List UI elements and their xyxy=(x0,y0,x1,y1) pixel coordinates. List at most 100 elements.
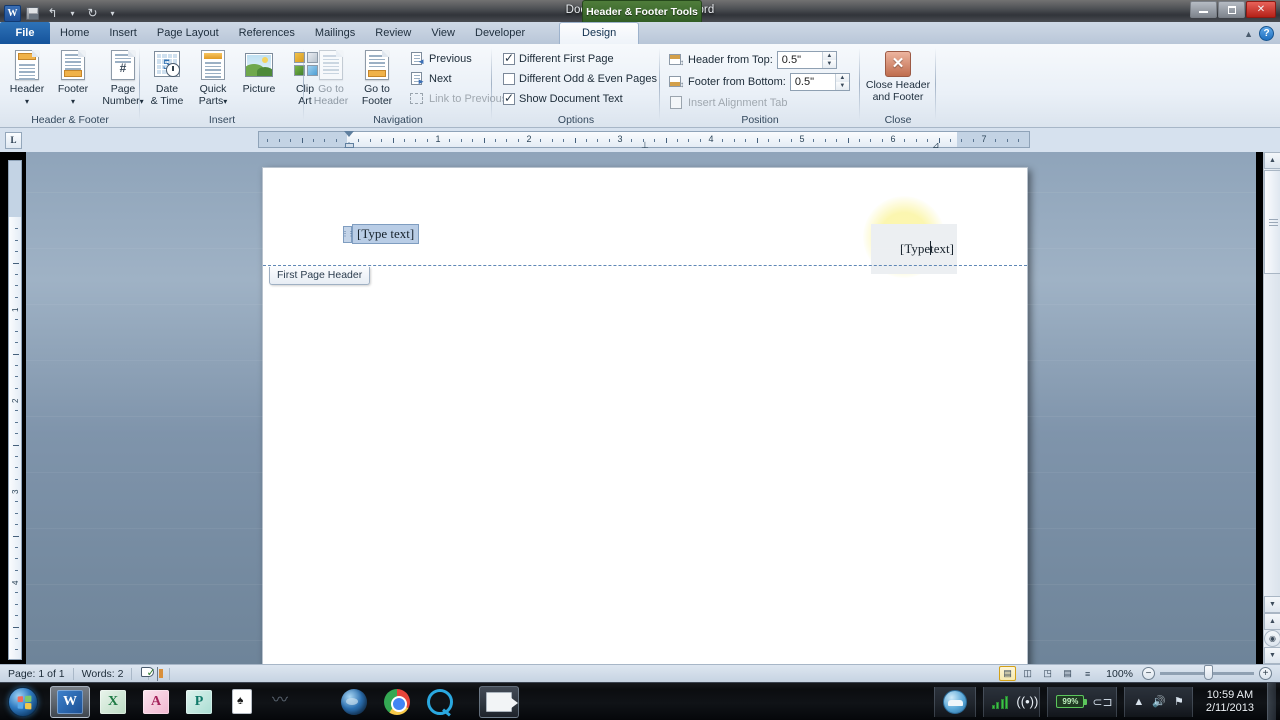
taskbar-item-google-earth[interactable] xyxy=(334,686,374,718)
taskbar-item-access[interactable]: A xyxy=(136,686,176,718)
scrollbar-thumb[interactable] xyxy=(1264,170,1280,274)
view-buttons[interactable]: ▤ ◫ ◳ ▤ ≡ xyxy=(999,666,1102,681)
zoom-out-button[interactable]: − xyxy=(1142,667,1155,680)
taskbar-item-solitaire[interactable] xyxy=(222,686,262,718)
taskbar-item-chrome[interactable] xyxy=(377,686,417,718)
tray-group-1[interactable] xyxy=(933,686,976,717)
view-outline-button[interactable]: ▤ xyxy=(1059,666,1076,681)
go-to-header-button[interactable]: Go to Header xyxy=(308,46,354,107)
next-page-button[interactable]: ▼ xyxy=(1264,647,1280,664)
tab-mailings[interactable]: Mailings xyxy=(305,23,365,44)
quick-parts-dropdown-icon[interactable]: ▾ xyxy=(223,97,227,106)
taskbar-item-word[interactable]: W xyxy=(50,685,90,718)
close-header-and-footer-button[interactable]: ✕ Close Header and Footer xyxy=(860,46,936,103)
system-tray[interactable]: ((•)) 99% ⊂⊐ ▲ 🔊 ⚑ 10:59 AM 2/11/2013 xyxy=(933,682,1280,720)
different-first-page-checkbox[interactable] xyxy=(503,51,515,65)
collapse-ribbon-icon[interactable]: ▲ xyxy=(1244,29,1253,39)
center-tab-stop[interactable]: ⊥ xyxy=(641,140,649,151)
show-document-text-checkbox[interactable] xyxy=(503,91,515,105)
previous-page-button[interactable]: ▲ xyxy=(1264,613,1280,630)
power-plug-icon[interactable]: ⊂⊐ xyxy=(1092,695,1112,709)
show-hidden-icons-icon[interactable]: ▲ xyxy=(1133,695,1144,709)
header-right-placeholder[interactable]: [Typetext] xyxy=(871,224,957,274)
battery-icon[interactable]: 99% xyxy=(1056,695,1088,708)
window-controls[interactable]: ✕ xyxy=(1190,1,1276,18)
document-canvas[interactable]: ⋮ ⋮ [Type text] [Typetext] First Page Hea… xyxy=(26,152,1256,664)
date-time-button[interactable]: 5 Date & Time xyxy=(144,46,190,107)
footer-button[interactable]: Footer ▾ xyxy=(50,46,96,107)
different-odd-even-checkbox[interactable] xyxy=(503,73,515,85)
different-first-page-option[interactable]: Different First Page xyxy=(500,50,660,68)
volume-icon[interactable]: 🔊 xyxy=(1152,695,1166,709)
taskbar-items[interactable]: W X A P 〰 xyxy=(50,685,519,718)
help-icon[interactable]: ? xyxy=(1259,26,1274,41)
tab-page-layout[interactable]: Page Layout xyxy=(147,23,229,44)
left-indent-marker[interactable] xyxy=(345,143,354,148)
header-left-content-control[interactable]: ⋮ ⋮ [Type text] xyxy=(342,224,420,244)
select-browse-object-button[interactable]: ◉ xyxy=(1264,630,1280,647)
view-draft-button[interactable]: ≡ xyxy=(1079,666,1096,681)
tab-selector-button[interactable]: L xyxy=(5,132,22,149)
close-button[interactable]: ✕ xyxy=(1246,1,1276,18)
tab-developer[interactable]: Developer xyxy=(465,23,535,44)
first-line-indent-marker[interactable] xyxy=(344,131,354,137)
different-odd-even-option[interactable]: Different Odd & Even Pages xyxy=(500,70,660,88)
zoom-controls[interactable]: 100% − + xyxy=(1102,665,1280,683)
right-tab-stop[interactable]: ⊿ xyxy=(932,140,940,151)
quick-parts-button[interactable]: Quick Parts▾ xyxy=(190,46,236,107)
picture-button[interactable]: Picture xyxy=(236,46,282,96)
footer-from-bottom-spinner[interactable]: 0.5" ▲ ▼ xyxy=(789,73,850,91)
tab-design[interactable]: Design xyxy=(559,22,640,44)
word-count[interactable]: Words: 2 xyxy=(74,665,132,683)
zoom-in-button[interactable]: + xyxy=(1259,667,1272,680)
zoom-level-label[interactable]: 100% xyxy=(1102,665,1137,683)
tab-home[interactable]: Home xyxy=(50,23,99,44)
page-indicator[interactable]: Page: 1 of 1 xyxy=(0,665,73,683)
tray-group-2[interactable]: ((•)) xyxy=(982,686,1041,717)
scroll-down-button[interactable]: ▼ xyxy=(1264,596,1280,613)
footer-from-bottom-down[interactable]: ▼ xyxy=(835,82,849,90)
tab-view[interactable]: View xyxy=(421,23,465,44)
tab-review[interactable]: Review xyxy=(365,23,421,44)
footer-dropdown-icon[interactable]: ▾ xyxy=(71,97,75,106)
tray-group-3[interactable]: 99% ⊂⊐ xyxy=(1047,686,1118,717)
vertical-ruler[interactable]: 1 2 3 4 xyxy=(8,160,22,660)
header-button[interactable]: Header ▾ xyxy=(4,46,50,107)
view-web-layout-button[interactable]: ◳ xyxy=(1039,666,1056,681)
content-control-handle-icon[interactable]: ⋮ ⋮ xyxy=(342,225,355,243)
taskbar-item-video-recorder[interactable] xyxy=(479,685,519,718)
taskbar-clock[interactable]: 10:59 AM 2/11/2013 xyxy=(1200,689,1260,715)
wireless-icon[interactable]: ((•)) xyxy=(1016,694,1038,709)
show-desktop-button[interactable] xyxy=(1267,682,1276,720)
show-document-text-option[interactable]: Show Document Text xyxy=(500,90,660,108)
header-from-top-up[interactable]: ▲ xyxy=(822,52,836,60)
scroll-up-button[interactable]: ▲ xyxy=(1264,152,1280,169)
ribbon-tabs[interactable]: File Home Insert Page Layout References … xyxy=(0,22,640,44)
start-button[interactable] xyxy=(8,686,38,717)
view-full-screen-reading-button[interactable]: ◫ xyxy=(1019,666,1036,681)
minimize-button[interactable] xyxy=(1190,1,1217,18)
header-from-top-down[interactable]: ▼ xyxy=(822,60,836,68)
header-dropdown-icon[interactable]: ▾ xyxy=(25,97,29,106)
tray-group-4[interactable]: ▲ 🔊 ⚑ xyxy=(1124,686,1193,717)
ribbon-right-controls[interactable]: ▲ ? xyxy=(1244,26,1274,41)
footer-from-bottom-up[interactable]: ▲ xyxy=(835,74,849,82)
scrollbar-bottom-controls[interactable]: ▼ ▲ ◉ ▼ xyxy=(1264,596,1280,664)
taskbar-item-powerpoint[interactable]: P xyxy=(179,686,219,718)
signal-bars-icon[interactable] xyxy=(991,695,1009,709)
taskbar-item-excel[interactable]: X xyxy=(93,686,133,718)
proofing-status[interactable]: ✓ xyxy=(132,665,156,683)
tab-file[interactable]: File xyxy=(0,22,50,44)
go-to-footer-button[interactable]: Go to Footer xyxy=(354,46,400,107)
taskbar-item-quicktime[interactable] xyxy=(420,686,460,718)
zoom-slider-thumb[interactable] xyxy=(1204,665,1213,680)
header-left-placeholder-text[interactable]: [Type text] xyxy=(352,224,420,244)
action-center-flag-icon[interactable]: ⚑ xyxy=(1174,695,1184,709)
view-print-layout-button[interactable]: ▤ xyxy=(999,666,1017,681)
restore-button[interactable] xyxy=(1218,1,1245,18)
tab-insert[interactable]: Insert xyxy=(99,23,147,44)
taskbar-item-scribble[interactable]: 〰 xyxy=(265,686,305,718)
zoom-slider-track[interactable] xyxy=(1160,665,1254,680)
header-from-top-value[interactable]: 0.5" xyxy=(778,54,822,66)
tab-references[interactable]: References xyxy=(229,23,305,44)
